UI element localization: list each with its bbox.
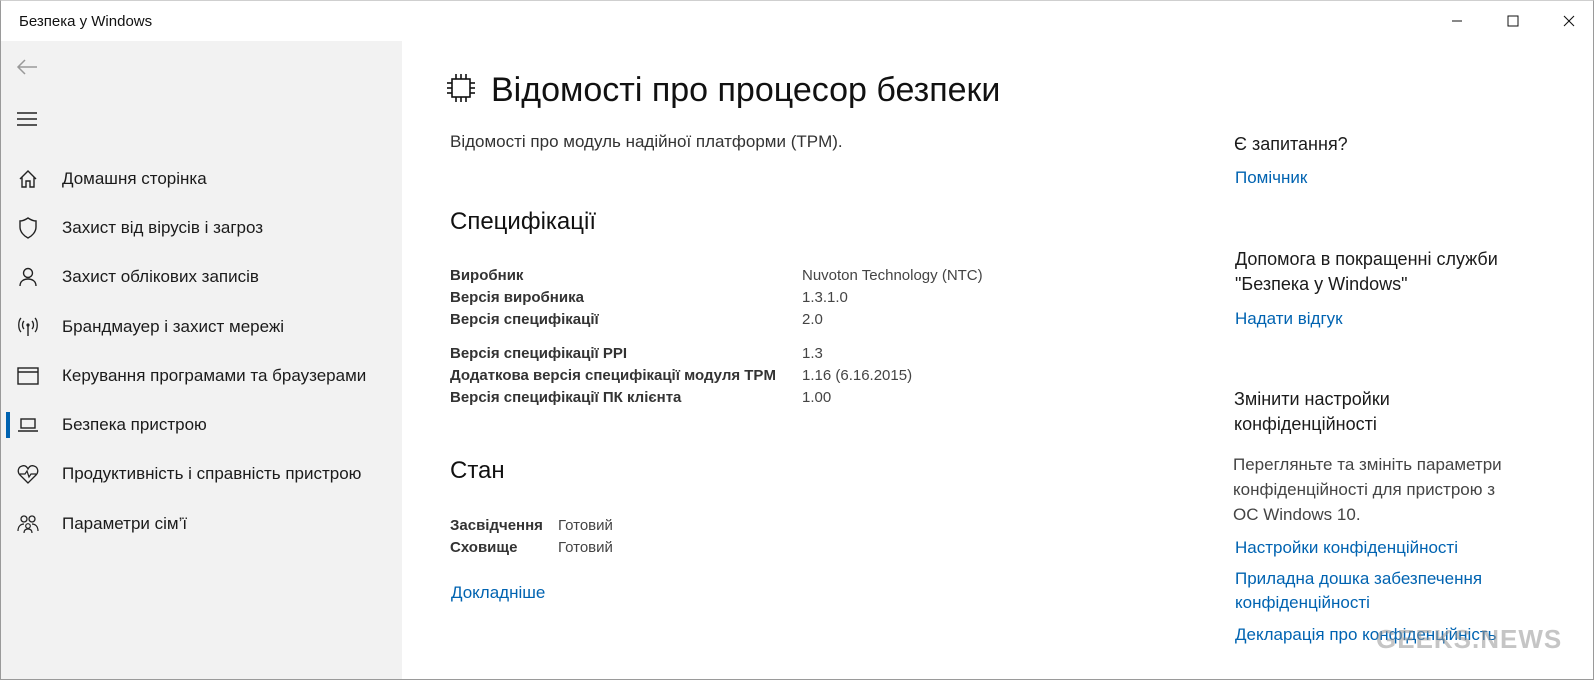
close-button[interactable] xyxy=(1541,1,1593,41)
privacy-text-line1: Перегляньте та змініть параметри xyxy=(1233,455,1502,474)
spec-key: Версія виробника xyxy=(450,289,584,306)
privacy-dashboard-link-line2[interactable]: конфіденційності xyxy=(1235,590,1370,615)
sidebar-nav: Домашня сторінка Захист від вірусів і за… xyxy=(1,154,402,548)
privacy-text-line2: конфіденційності для пристрою з xyxy=(1233,480,1496,499)
sidebar-item-label: Захист від вірусів і загроз xyxy=(62,217,264,237)
spec-value: 1.3.1.0 xyxy=(802,289,848,306)
privacy-dashboard-link-line1[interactable]: Приладна дошка забезпечення xyxy=(1235,566,1482,591)
back-arrow-icon xyxy=(16,59,37,75)
sidebar-item-label: Брандмауер і захист мережі xyxy=(62,316,285,336)
sidebar-item-virus-protection[interactable]: Захист від вірусів і загроз xyxy=(1,203,402,252)
get-help-link[interactable]: Помічник xyxy=(1235,165,1307,190)
sidebar-item-label: Безпека пристрою xyxy=(62,415,207,435)
spec-key: Версія специфікації xyxy=(450,311,599,328)
maximize-button[interactable] xyxy=(1485,1,1541,41)
sidebar-item-label: Захист облікових записів xyxy=(62,267,259,287)
sidebar-item-home[interactable]: Домашня сторінка xyxy=(1,154,402,203)
spec-value: Nuvoton Technology (NTC) xyxy=(802,267,983,284)
status-value: Готовий xyxy=(558,517,613,534)
improve-heading-line2: "Безпека у Windows" xyxy=(1235,274,1408,294)
improve-heading-line1: Допомога в покращенні служби xyxy=(1235,249,1498,269)
watermark: GEEKS.NEWS xyxy=(1376,624,1563,654)
shield-icon xyxy=(17,217,39,239)
heart-pulse-icon xyxy=(17,463,39,485)
sidebar-item-label: Продуктивність і справність пристрою xyxy=(62,464,362,484)
sidebar-item-label: Параметри сім’ї xyxy=(62,513,188,533)
menu-button[interactable] xyxy=(11,103,43,135)
back-button[interactable] xyxy=(11,51,43,83)
spec-value: 2.0 xyxy=(802,311,823,328)
status-key: Сховище xyxy=(450,539,518,556)
close-icon xyxy=(1563,15,1575,27)
status-heading: Стан xyxy=(450,457,505,484)
minimize-button[interactable] xyxy=(1429,1,1485,41)
page-header: Відомості про процесор безпеки xyxy=(445,71,1000,110)
spec-value: 1.00 xyxy=(802,389,832,406)
minimize-icon xyxy=(1452,20,1462,22)
processor-chip-icon xyxy=(445,72,477,109)
sidebar-item-device-performance[interactable]: Продуктивність і справність пристрою xyxy=(1,450,402,499)
sidebar-item-label: Керування програмами та браузерами xyxy=(62,365,367,385)
spec-value: 1.3 xyxy=(802,345,823,362)
app-window-icon xyxy=(17,365,39,387)
laptop-icon xyxy=(17,414,39,436)
sidebar-item-label: Домашня сторінка xyxy=(62,168,207,188)
app-window: Безпека у Windows Домашня сторінка Захис… xyxy=(0,0,1594,680)
person-icon xyxy=(17,266,39,288)
scrollbar[interactable] xyxy=(1587,41,1593,679)
sidebar-item-app-browser-control[interactable]: Керування програмами та браузерами xyxy=(1,351,402,400)
sidebar-item-account-protection[interactable]: Захист облікових записів xyxy=(1,253,402,302)
home-icon xyxy=(17,168,39,190)
sidebar-item-device-security[interactable]: Безпека пристрою xyxy=(1,400,402,449)
family-icon xyxy=(17,513,39,535)
page-subtitle: Відомості про модуль надійної платформи … xyxy=(450,132,843,151)
question-heading: Є запитання? xyxy=(1234,134,1348,154)
status-key: Засвідчення xyxy=(450,517,543,534)
window-title: Безпека у Windows xyxy=(19,13,153,30)
maximize-icon xyxy=(1507,15,1519,27)
sidebar: Домашня сторінка Захист від вірусів і за… xyxy=(1,41,402,679)
sidebar-item-firewall[interactable]: Брандмауер і захист мережі xyxy=(1,302,402,351)
hamburger-icon xyxy=(17,112,37,126)
page-title: Відомості про процесор безпеки xyxy=(491,71,1001,109)
title-bar: Безпека у Windows xyxy=(1,1,1593,41)
privacy-settings-link[interactable]: Настройки конфіденційності xyxy=(1235,535,1458,560)
privacy-text-line3: ОС Windows 10. xyxy=(1233,505,1361,524)
spec-key: Виробник xyxy=(450,267,524,284)
specs-heading: Специфікації xyxy=(450,208,597,235)
privacy-heading-line2: конфіденційності xyxy=(1234,414,1377,434)
privacy-heading-line1: Змінити настройки xyxy=(1234,389,1390,409)
status-value: Готовий xyxy=(558,539,613,556)
spec-value: 1.16 (6.16.2015) xyxy=(802,367,913,384)
learn-more-link[interactable]: Докладніше xyxy=(451,583,545,603)
spec-key: Версія специфікації ПК клієнта xyxy=(450,389,682,406)
sidebar-item-family-options[interactable]: Параметри сім’ї xyxy=(1,499,402,548)
give-feedback-link[interactable]: Надати відгук xyxy=(1235,306,1343,331)
wireless-icon xyxy=(17,316,39,338)
spec-key: Версія специфікації PPI xyxy=(450,345,628,362)
spec-key: Додаткова версія специфікації модуля TPM xyxy=(450,367,776,384)
